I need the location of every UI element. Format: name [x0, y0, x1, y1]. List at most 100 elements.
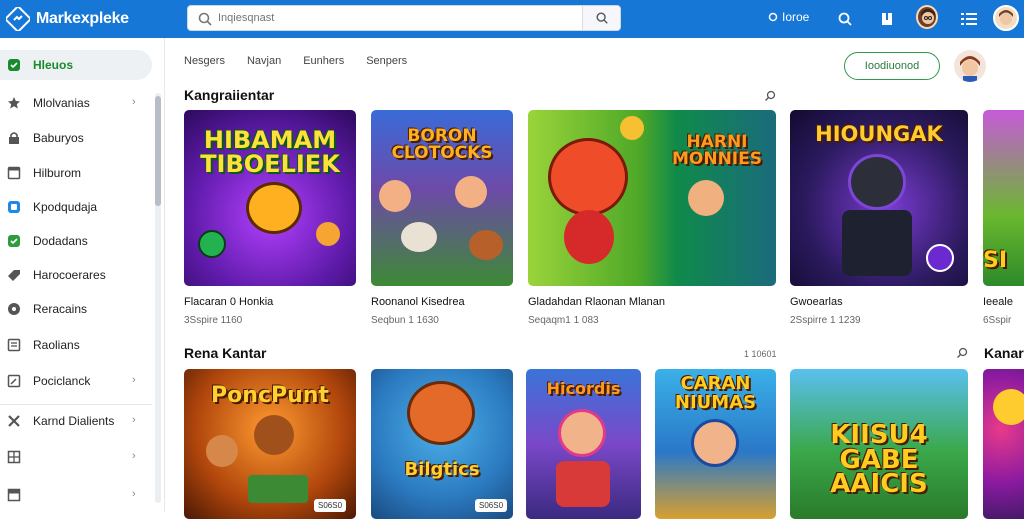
game-thumbnail [983, 369, 1024, 519]
shield-check-icon [8, 59, 20, 71]
section-title: Kangraiientar [184, 87, 275, 103]
home-link[interactable]: Ioroe [768, 10, 809, 24]
folder-icon [7, 488, 21, 502]
warrior-art [848, 154, 906, 210]
sidebar-item-label: Kpodqudaja [33, 200, 98, 214]
sidebar-item-2[interactable]: Baburyos [0, 123, 152, 153]
game-name: Ieeale [983, 296, 1013, 308]
game-thumbnail: BORON CLOTOCKS [371, 110, 513, 286]
search-bar [187, 5, 621, 31]
sidebar-scrollbar[interactable] [155, 93, 161, 503]
marketplace-logo-icon [6, 7, 30, 31]
thumb-title: HARNI MONNIES [671, 132, 762, 169]
sidebar-item-12[interactable]: › [0, 480, 152, 510]
list-icon [7, 338, 21, 352]
cookie-art [316, 222, 340, 246]
game-card[interactable]: BORON CLOTOCKS Roonanol Kisedrea Seqbun … [371, 110, 513, 330]
sidebar: Hleuos Mlolvanias › Baburyos Hilburom Kp… [0, 38, 165, 512]
thumb-title: PoncPunt [211, 383, 329, 408]
chevron-right-icon: › [132, 488, 136, 500]
search-small-icon[interactable] [764, 90, 776, 102]
game-thumbnail: Hicordis [526, 369, 641, 519]
check-box-icon [8, 235, 20, 247]
game-card[interactable]: Hicordis [526, 369, 641, 519]
character-art [206, 435, 238, 467]
tab-3[interactable]: Senpers [366, 55, 407, 67]
game-card[interactable]: HARNI MONNIES Gladahdan Rlaonan Mlanan S… [528, 110, 776, 330]
game-card[interactable] [983, 369, 1024, 519]
thumb-title: Hicordis [546, 379, 621, 398]
game-name: Flacaran 0 Honkia [184, 296, 274, 308]
game-card[interactable]: SI Ieeale 6Sspir [983, 110, 1024, 330]
thumb-title: SI [983, 248, 1008, 273]
sidebar-item-label: Baburyos [33, 131, 84, 145]
grid-icon [7, 450, 21, 464]
book-icon [882, 13, 892, 25]
game-card[interactable]: HIOUNGAK Gwoearlas 2Sspirre 1 1239 [790, 110, 968, 330]
profile-avatar-button[interactable] [992, 4, 1020, 32]
sidebar-item-6[interactable]: Harocoerares [0, 260, 152, 290]
dog-art [401, 222, 437, 252]
scrollbar-thumb[interactable] [155, 96, 161, 206]
top-bar: Markexpleke Ioroe [0, 0, 1024, 38]
dog-art [469, 230, 503, 260]
badge-icon [8, 303, 20, 315]
tab-1[interactable]: Navjan [247, 55, 281, 67]
sidebar-divider [0, 404, 152, 405]
app-icon [8, 201, 20, 213]
sidebar-item-label: Karnd Dialients [33, 414, 115, 428]
cta-button[interactable]: Ioodiuonod [844, 52, 940, 80]
brand-name: Markexpleke [36, 10, 129, 27]
location-icon [768, 12, 778, 22]
game-card[interactable]: KIISU4 GABE AAICIS [790, 369, 968, 519]
sidebar-item-label: Hleuos [33, 58, 74, 72]
game-card[interactable]: Bilgtics S06S0 [371, 369, 513, 519]
search-toggle-button[interactable] [834, 8, 856, 30]
thumb-title: Bilgtics [404, 459, 480, 480]
game-card[interactable]: HIBAMAM TIBOELIEK Flacaran 0 Honkia 3Ssp… [184, 110, 356, 330]
character-art [379, 180, 411, 212]
home-label: Ioroe [782, 10, 810, 24]
avatar [916, 5, 938, 29]
bookmark-button[interactable] [876, 8, 898, 30]
avatar [993, 5, 1019, 31]
menu-button[interactable] [958, 8, 980, 30]
game-meta: Seqbun 1 1630 [371, 315, 439, 326]
character-art [455, 176, 487, 208]
game-meta: Seqaqm1 1 083 [528, 315, 599, 326]
game-card[interactable]: PoncPunt S06S0 [184, 369, 356, 519]
game-thumbnail: HARNI MONNIES [528, 110, 776, 286]
chevron-right-icon: › [132, 414, 136, 426]
main-content: Nesgers Navjan Eunhers Senpers Ioodiuono… [166, 38, 1024, 519]
sidebar-item-1[interactable]: Mlolvanias › [0, 88, 152, 118]
game-card[interactable]: CARAN NIUMAS [655, 369, 776, 519]
brand[interactable]: Markexpleke [6, 5, 129, 33]
thumb-title: BORON CLOTOCKS [391, 126, 493, 163]
badge-art [926, 244, 954, 272]
orb-art [198, 230, 226, 258]
sidebar-item-4[interactable]: Kpodqudaja [0, 192, 152, 222]
sidebar-item-5[interactable]: Dodadans [0, 226, 152, 256]
sidebar-item-7[interactable]: Reracains [0, 294, 152, 324]
sidebar-item-8[interactable]: Raolians [0, 330, 152, 360]
sidebar-item-3[interactable]: Hilburom [0, 158, 152, 188]
window-icon [7, 166, 21, 180]
sidebar-item-0[interactable]: Hleuos [0, 50, 152, 80]
search-input[interactable] [218, 9, 578, 27]
thumb-title: HIOUNGAK [815, 122, 943, 146]
tools-icon [8, 415, 20, 427]
search-button[interactable] [582, 6, 620, 30]
search-icon [838, 12, 852, 26]
user-avatar-button[interactable] [916, 5, 938, 29]
character-art [993, 389, 1024, 425]
tab-0[interactable]: Nesgers [184, 55, 225, 67]
fox-character-art [548, 138, 628, 216]
list-menu-icon [961, 13, 977, 25]
search-small-icon[interactable] [956, 347, 968, 359]
sidebar-item-9[interactable]: Pociclanck › [0, 366, 152, 396]
account-avatar[interactable] [954, 50, 986, 82]
sidebar-item-10[interactable]: Karnd Dialients › [0, 406, 152, 436]
tab-2[interactable]: Eunhers [303, 55, 344, 67]
sidebar-item-11[interactable]: › [0, 442, 152, 472]
sidebar-item-label: Raolians [33, 338, 80, 352]
